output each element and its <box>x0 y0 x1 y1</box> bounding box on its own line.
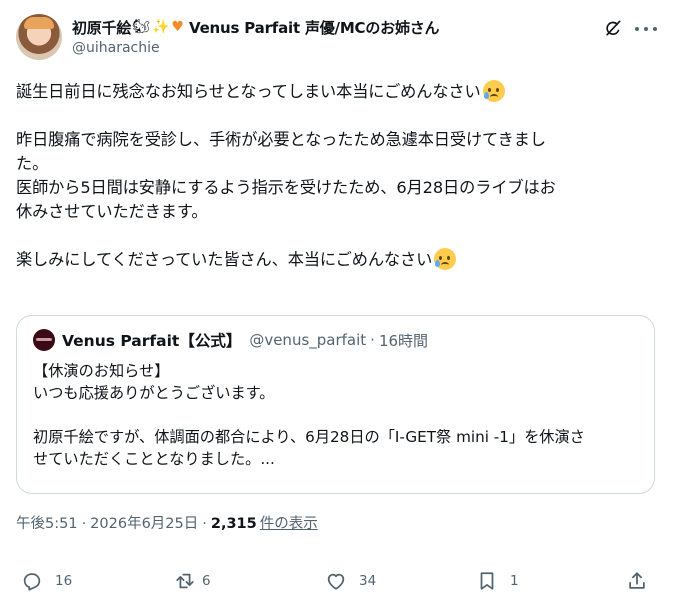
bookmark-icon <box>480 572 494 590</box>
tweet-time[interactable]: 午後5:51 <box>16 512 78 533</box>
reply-button[interactable]: 16 <box>21 566 72 596</box>
tweet-line: 誕生日前日に残念なお知らせとなってしまい本当にごめんなさい <box>16 80 656 104</box>
quoted-separator: · <box>370 331 375 349</box>
action-bar: 16 6 34 1 <box>16 566 657 596</box>
magic-wand-emoji-icon: ✨ <box>151 19 170 35</box>
bookmark-button[interactable]: 1 <box>476 566 519 596</box>
views-label[interactable]: 件の表示 <box>260 512 318 533</box>
author-display-name-suffix[interactable]: Venus Parfait 声優/MCのお姉さん <box>189 17 440 38</box>
tweet-metadata: 午後5:51 · 2026年6月25日 · 2,315 件の表示 <box>16 512 318 533</box>
share-icon <box>629 572 645 589</box>
repost-icon <box>176 573 194 589</box>
orange-heart-emoji-icon: ♥ <box>171 19 184 35</box>
reply-count: 16 <box>55 573 73 589</box>
tweet-line: 休みさせていただきます。 <box>16 202 208 221</box>
quoted-author-handle: @venus_parfait <box>249 331 367 349</box>
tweet-line: 医師から5日間は安静にするよう指示を受けたため、6月28日のライブはお <box>16 178 556 197</box>
like-count: 34 <box>359 573 377 589</box>
tweet-date[interactable]: 2026年6月25日 <box>90 512 198 533</box>
meta-separator: · <box>81 516 87 532</box>
author-handle[interactable]: @uiharachie <box>72 40 160 56</box>
views-count[interactable]: 2,315 <box>211 516 257 532</box>
tweet-line: 楽しみにしてくださっていた皆さん、本当にごめんなさい <box>16 248 656 272</box>
meta-separator: · <box>202 516 207 532</box>
quoted-line: 初原千絵ですが、体調面の都合により、6月28日の「I-GET祭 mini -1」… <box>33 428 585 446</box>
author-display-name[interactable]: 初原千絵 <box>72 17 131 38</box>
grok-icon[interactable] <box>603 18 623 38</box>
squirrel-emoji-icon: 🐿 <box>132 19 150 35</box>
more-options-icon[interactable] <box>635 22 657 36</box>
quoted-line: 【休演のお知らせ】 <box>33 362 170 380</box>
quoted-author-name: Venus Parfait【公式】 <box>62 332 242 350</box>
quoted-line: せていただくこととなりました。... <box>33 450 275 468</box>
tweet-line: た。 <box>16 154 49 173</box>
repost-button[interactable]: 6 <box>174 566 211 596</box>
tweet-line <box>16 224 656 248</box>
quoted-tweet-header: Venus Parfait【公式】 @venus_parfait · 16時間 <box>33 329 428 351</box>
reply-icon <box>23 573 41 591</box>
author-avatar[interactable] <box>16 14 62 60</box>
bookmark-count: 1 <box>510 573 519 589</box>
author-name-row[interactable]: 初原千絵 🐿 ✨ ♥ Venus Parfait 声優/MCのお姉さん <box>72 16 440 38</box>
quoted-tweet[interactable]: Venus Parfait【公式】 @venus_parfait · 16時間 … <box>16 315 655 494</box>
tweet-line: 昨日腹痛で病院を受診し、手術が必要となったため急遽本日受けてきまし <box>16 130 546 149</box>
share-button[interactable] <box>626 566 648 596</box>
repost-count: 6 <box>202 573 211 589</box>
heart-icon <box>327 573 345 590</box>
sad-relieved-face-icon <box>434 248 457 270</box>
like-button[interactable]: 34 <box>325 566 376 596</box>
quoted-line: いつも応援ありがとうございます。 <box>33 384 275 402</box>
tweet-header: 初原千絵 🐿 ✨ ♥ Venus Parfait 声優/MCのお姉さん @uih… <box>16 14 657 62</box>
quoted-tweet-time: 16時間 <box>378 331 429 350</box>
quoted-tweet-text: 【休演のお知らせ】 いつも応援ありがとうございます。 初原千絵ですが、体調面の都… <box>33 360 643 470</box>
quoted-author-avatar <box>33 329 55 351</box>
tweet-line <box>16 104 656 128</box>
sad-relieved-face-icon <box>482 80 505 102</box>
tweet-text: 誕生日前日に残念なお知らせとなってしまい本当にごめんなさい 昨日腹痛で病院を受診… <box>16 80 656 272</box>
quoted-line <box>33 404 643 426</box>
